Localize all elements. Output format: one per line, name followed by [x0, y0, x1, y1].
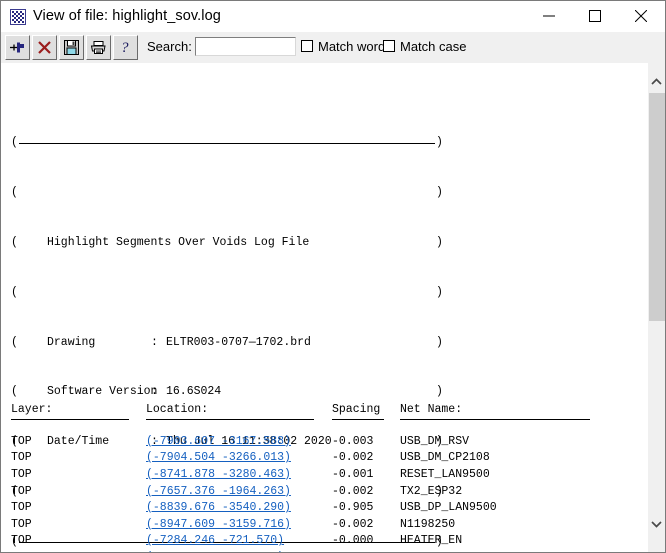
location-link[interactable]: (-8947.609 -3159.716) — [146, 518, 291, 531]
table-row: TOP (-8741.878 -3280.463) -0.001 RESET_L… — [11, 467, 600, 484]
printer-icon — [90, 41, 106, 54]
cell-spacing: -0.001 — [332, 467, 374, 481]
window-title: View of file: highlight_sov.log — [33, 8, 221, 24]
cell-spacing: -0.002 — [332, 484, 374, 498]
scroll-down-chevron-down-icon[interactable] — [648, 515, 665, 533]
title-bar: View of file: highlight_sov.log — [1, 1, 665, 33]
cell-net-name: N1198250 — [400, 517, 456, 531]
cell-net-name: RESET_LAN9500 — [400, 467, 490, 481]
cell-layer: TOP — [11, 434, 32, 448]
banner-field-label: Drawing — [47, 335, 96, 349]
app-log-icon — [10, 9, 26, 25]
cell-location[interactable]: (-7284.246 -721.570) — [146, 533, 332, 550]
toolbar: ? Search: Match word Match case — [1, 32, 665, 64]
banner-title: Highlight Segments Over Voids Log File — [47, 235, 310, 249]
table-row: TOP (-7903.607 -3167.588) -0.003 USB_DM_… — [11, 434, 600, 451]
location-link[interactable]: (-7903.607 -3167.588) — [146, 435, 291, 448]
table-header-row: Layer: Location: Spacing Net Name: — [11, 402, 600, 419]
table-row: TOP (-8839.676 -3540.290) -0.905 USB_DP_… — [11, 500, 600, 517]
floppy-disk-icon — [64, 40, 79, 55]
scroll-up-chevron-up-icon[interactable] — [648, 73, 665, 91]
cell-layer: TOP — [11, 467, 32, 481]
column-header-location: Location: — [146, 403, 209, 417]
help-button[interactable]: ? — [113, 35, 138, 60]
column-header-layer: Layer: — [11, 403, 53, 417]
search-input[interactable] — [195, 37, 296, 56]
cell-spacing: -0.002 — [332, 517, 374, 531]
search-label: Search: — [147, 39, 192, 54]
cell-spacing: -0.003 — [332, 434, 374, 448]
close-button[interactable] — [618, 1, 664, 31]
pin-window-button[interactable] — [5, 35, 30, 60]
cell-spacing: -0.002 — [332, 451, 374, 465]
cell-layer: TOP — [11, 534, 32, 548]
print-file-button[interactable] — [86, 35, 111, 60]
cell-net-name: HEATER_EN — [400, 534, 463, 548]
cell-spacing: -0.905 — [332, 501, 374, 515]
match-word-checkbox-box[interactable] — [301, 40, 313, 52]
cell-layer: TOP — [11, 484, 32, 498]
banner-top-rule: ( ) — [11, 136, 443, 150]
location-link[interactable]: (-7657.376 -1964.263) — [146, 485, 291, 498]
question-mark-icon: ? — [121, 40, 129, 56]
location-link[interactable]: (-7904.504 -3266.013) — [146, 451, 291, 464]
cell-layer: TOP — [11, 501, 32, 515]
table-row: TOP (-8947.609 -3159.716) -0.002 N119825… — [11, 517, 600, 534]
log-viewer-window: View of file: highlight_sov.log ? Search… — [0, 0, 666, 553]
segments-table-wrapper: Layer: Location: Spacing Net Name: TOP (… — [11, 369, 600, 552]
cell-location[interactable]: (-8741.878 -3280.463) — [146, 467, 332, 484]
table-row: TOP (-7904.504 -3266.013) -0.002 USB_DM_… — [11, 450, 600, 467]
location-link[interactable]: (-8741.878 -3280.463) — [146, 468, 291, 481]
match-case-checkbox-box[interactable] — [383, 40, 395, 52]
close-file-button[interactable] — [32, 35, 57, 60]
cell-location[interactable]: (-8839.676 -3540.290) — [146, 500, 332, 517]
cell-spacing: -0.000 — [332, 534, 374, 548]
banner-blank-2: () — [11, 285, 443, 299]
banner-title-row: ( Highlight Segments Over Voids Log File… — [11, 235, 443, 252]
cell-net-name: TX2_ESP32 — [400, 484, 463, 498]
pin-icon — [10, 42, 24, 53]
cell-location[interactable]: (-7657.376 -1964.263) — [146, 484, 332, 501]
banner-blank-1: () — [11, 186, 443, 200]
location-link[interactable]: (-7284.246 -721.570) — [146, 534, 284, 547]
log-content-area[interactable]: ( ) () ( Highlight Segments Over Voids L… — [1, 63, 647, 552]
column-header-spacing: Spacing — [332, 403, 381, 417]
banner-field-value: ELTR003-0707—1702.brd — [166, 335, 311, 349]
match-case-checkbox[interactable]: Match case — [383, 38, 466, 54]
cell-layer: TOP — [11, 451, 32, 465]
save-file-button[interactable] — [59, 35, 84, 60]
maximize-button[interactable] — [572, 1, 618, 31]
vertical-scrollbar[interactable] — [647, 63, 665, 552]
cell-location[interactable]: (-7903.607 -3167.588) — [146, 434, 332, 451]
banner-field-row: ( Drawing : ELTR003-0707—1702.brd ) — [11, 335, 443, 352]
table-row: TOP (-7284.246 -721.570) -0.000 HEATER_E… — [11, 533, 600, 550]
segments-table: Layer: Location: Spacing Net Name: TOP (… — [11, 402, 600, 552]
column-header-net-name: Net Name: — [400, 403, 463, 417]
table-row: TOP (-7657.376 -1964.263) -0.002 TX2_ESP… — [11, 484, 600, 501]
match-word-checkbox[interactable]: Match word — [301, 38, 385, 54]
vertical-scroll-thumb[interactable] — [649, 93, 665, 321]
minimize-button[interactable] — [526, 1, 572, 31]
match-case-label: Match case — [400, 38, 467, 54]
match-word-label: Match word — [318, 38, 386, 54]
cell-net-name: USB_DM_CP2108 — [400, 451, 490, 465]
location-link[interactable]: (-8839.676 -3540.290) — [146, 501, 291, 514]
cell-net-name: USB_DP_LAN9500 — [400, 501, 497, 515]
cell-location[interactable]: (-7904.504 -3266.013) — [146, 450, 332, 467]
cell-layer: TOP — [11, 517, 32, 531]
table-spacer-row — [11, 425, 600, 434]
close-x-icon — [38, 41, 51, 54]
svg-text:?: ? — [121, 40, 129, 56]
cell-net-name: USB_DM_RSV — [400, 434, 470, 448]
cell-location[interactable]: (-8947.609 -3159.716) — [146, 517, 332, 534]
